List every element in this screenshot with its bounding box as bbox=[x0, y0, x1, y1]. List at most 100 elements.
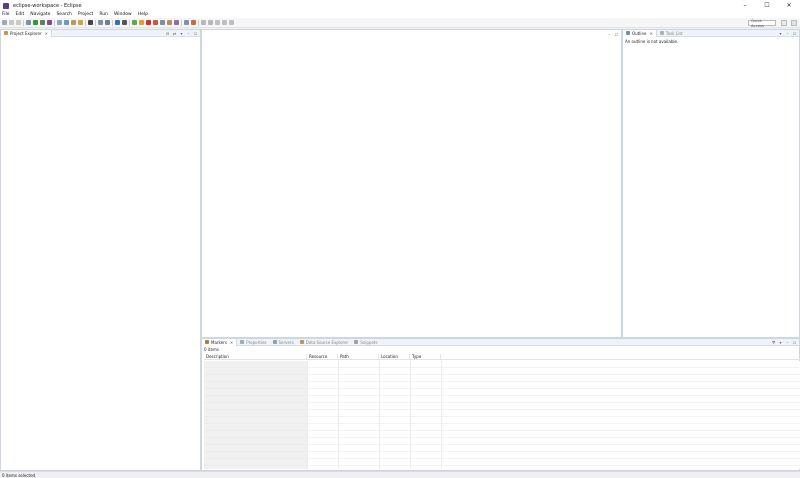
editor-area[interactable]: – ☐ bbox=[201, 29, 622, 338]
close-icon[interactable]: ✕ bbox=[230, 340, 233, 345]
open-task-icon[interactable] bbox=[78, 20, 83, 25]
title-bar: eclipse-workspace - Eclipse – ☐ ✕ bbox=[0, 0, 800, 11]
tab-task-list[interactable]: Task List bbox=[657, 30, 686, 37]
run-icon[interactable] bbox=[33, 20, 38, 25]
minimize-editor-icon[interactable]: – bbox=[607, 32, 612, 37]
maximize-button[interactable]: ☐ bbox=[756, 0, 778, 11]
servers-icon bbox=[272, 340, 277, 344]
clean-icon[interactable] bbox=[167, 20, 172, 25]
disconnect-icon[interactable] bbox=[153, 20, 158, 25]
close-icon[interactable]: ✕ bbox=[649, 31, 652, 36]
stop-server-icon[interactable] bbox=[146, 20, 151, 25]
open-perspective-icon[interactable] bbox=[781, 20, 787, 26]
start-server-icon[interactable] bbox=[132, 20, 137, 25]
view-menu-icon[interactable]: ▾ bbox=[778, 340, 783, 345]
toolbar-separator bbox=[129, 19, 130, 26]
markers-header: Markers ✕ Properties Servers Data Source… bbox=[202, 338, 799, 346]
status-text: 0 items selected bbox=[2, 472, 36, 478]
column-type[interactable]: Type bbox=[410, 354, 441, 359]
toggle-mark-icon[interactable] bbox=[184, 20, 189, 25]
folder-icon bbox=[4, 31, 8, 35]
view-menu-icon[interactable]: ▾ bbox=[179, 31, 184, 36]
toolbar-separator bbox=[181, 19, 182, 26]
outline-header: Outline ✕ Task List ▾ – ☐ bbox=[623, 29, 799, 37]
quick-access-input[interactable]: Quick Access bbox=[748, 18, 776, 28]
menu-file[interactable]: File bbox=[2, 12, 10, 17]
markers-table-body[interactable] bbox=[204, 361, 800, 469]
tab-properties[interactable]: Properties bbox=[237, 339, 269, 346]
external-tools-icon[interactable] bbox=[47, 20, 52, 25]
tab-outline[interactable]: Outline ✕ bbox=[623, 29, 657, 37]
coverage-icon[interactable] bbox=[40, 20, 45, 25]
minimize-view-icon[interactable]: – bbox=[785, 31, 790, 36]
save-icon[interactable] bbox=[9, 20, 14, 25]
toolbar-separator bbox=[95, 19, 96, 26]
search-icon[interactable] bbox=[88, 20, 93, 25]
outline-view-toolbar: ▾ – ☐ bbox=[776, 30, 797, 37]
prev-annotation-icon[interactable] bbox=[208, 20, 213, 25]
new-web-icon[interactable] bbox=[64, 20, 69, 25]
menu-help[interactable]: Help bbox=[138, 12, 148, 17]
column-resource[interactable]: Resource bbox=[307, 354, 338, 359]
menu-navigate[interactable]: Navigate bbox=[30, 12, 50, 17]
minimize-button[interactable]: – bbox=[734, 0, 756, 11]
editor-toolbar: – ☐ bbox=[605, 31, 619, 38]
annotation-icon[interactable] bbox=[191, 20, 196, 25]
publish-icon[interactable] bbox=[160, 20, 165, 25]
database-icon bbox=[299, 340, 304, 344]
menu-project[interactable]: Project bbox=[78, 12, 93, 17]
menu-run[interactable]: Run bbox=[99, 12, 108, 17]
menu-edit[interactable]: Edit bbox=[16, 12, 25, 17]
debug-config-icon[interactable] bbox=[26, 20, 31, 25]
minimize-view-icon[interactable]: – bbox=[785, 340, 790, 345]
new-icon[interactable] bbox=[2, 20, 7, 25]
open-type-icon[interactable] bbox=[71, 20, 76, 25]
task-list-icon bbox=[659, 31, 664, 35]
minimize-view-icon[interactable]: – bbox=[186, 31, 191, 36]
outline-message: An outline is not available. bbox=[625, 39, 679, 44]
menu-search[interactable]: Search bbox=[56, 12, 71, 17]
pointer-icon[interactable] bbox=[122, 20, 127, 25]
column-divider bbox=[379, 361, 380, 469]
navigator-icon[interactable] bbox=[105, 20, 110, 25]
column-description[interactable]: Description bbox=[204, 354, 307, 359]
java-ee-perspective-icon[interactable] bbox=[791, 20, 797, 26]
profile-icon[interactable] bbox=[174, 20, 179, 25]
markers-table: Description Resource Path Location Type bbox=[204, 354, 800, 470]
next-annotation-icon[interactable] bbox=[201, 20, 206, 25]
link-editor-icon[interactable]: ⇄ bbox=[172, 31, 177, 36]
view-menu-icon[interactable]: ▾ bbox=[778, 31, 783, 36]
forward-icon[interactable] bbox=[229, 20, 234, 25]
close-button[interactable]: ✕ bbox=[778, 0, 800, 11]
snippets-icon bbox=[354, 340, 359, 344]
maximize-editor-icon[interactable]: ☐ bbox=[614, 32, 619, 37]
new-server-icon[interactable] bbox=[57, 20, 62, 25]
column-location[interactable]: Location bbox=[379, 354, 410, 359]
toolbar-separator bbox=[23, 19, 24, 26]
tab-snippets[interactable]: Snippets bbox=[351, 339, 380, 346]
collapse-all-icon[interactable]: ⊟ bbox=[165, 31, 170, 36]
tab-markers[interactable]: Markers ✕ bbox=[202, 338, 238, 346]
tab-label: Task List bbox=[665, 30, 683, 36]
close-icon[interactable]: ✕ bbox=[45, 31, 48, 36]
outline-panel: Outline ✕ Task List ▾ – ☐ An outline is … bbox=[622, 29, 800, 338]
tab-project-explorer[interactable]: Project Explorer ✕ bbox=[1, 29, 52, 37]
menu-window[interactable]: Window bbox=[114, 12, 132, 17]
tab-label: Project Explorer bbox=[10, 30, 42, 36]
save-all-icon[interactable] bbox=[16, 20, 21, 25]
db-connect-icon[interactable] bbox=[115, 20, 120, 25]
column-divider bbox=[410, 361, 411, 469]
maximize-view-icon[interactable]: ☐ bbox=[193, 31, 198, 36]
servers-icon[interactable] bbox=[98, 20, 103, 25]
markers-item-count: 0 items bbox=[204, 347, 219, 352]
last-edit-icon[interactable] bbox=[215, 20, 220, 25]
back-icon[interactable] bbox=[222, 20, 227, 25]
filter-icon[interactable]: ⧩ bbox=[771, 340, 776, 345]
tab-label: Data Source Explorer bbox=[305, 339, 349, 345]
column-path[interactable]: Path bbox=[338, 354, 379, 359]
tab-data-source-explorer[interactable]: Data Source Explorer bbox=[297, 339, 352, 346]
debug-server-icon[interactable] bbox=[139, 20, 144, 25]
tab-servers[interactable]: Servers bbox=[270, 339, 297, 346]
maximize-view-icon[interactable]: ☐ bbox=[792, 340, 797, 345]
maximize-view-icon[interactable]: ☐ bbox=[792, 31, 797, 36]
